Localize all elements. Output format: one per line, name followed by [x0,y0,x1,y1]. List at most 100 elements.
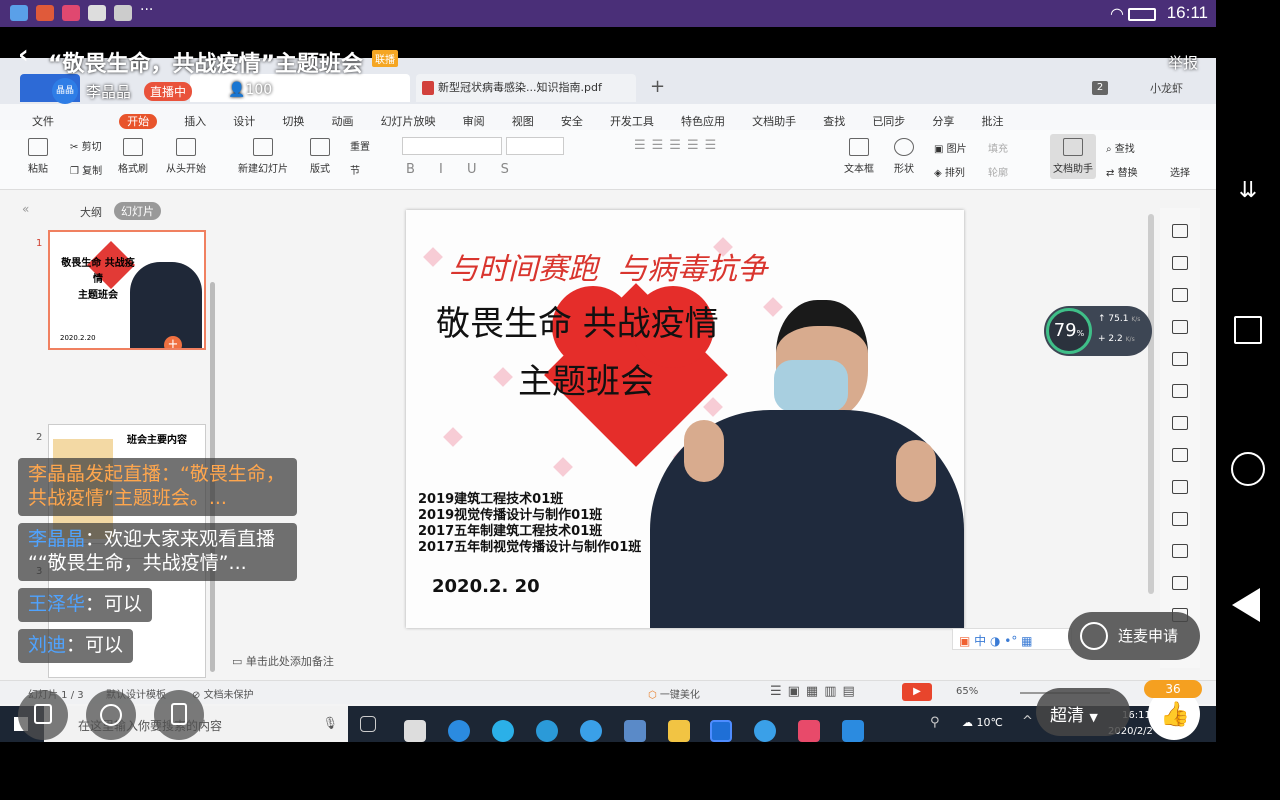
menu-review[interactable]: 审阅 [463,115,485,128]
menu-design[interactable]: 设计 [233,115,255,128]
weather[interactable]: ☁ 10℃ [962,716,1003,729]
picture-button[interactable]: ▣ 图片 [934,140,967,155]
app-icon[interactable] [624,720,646,742]
report-button[interactable]: 举报 [1168,52,1198,73]
menu-dochelper[interactable]: 文档助手 [752,115,796,128]
ie-icon[interactable] [536,720,558,742]
format-painter-button[interactable]: 格式刷 [118,138,148,175]
ie-icon[interactable] [492,720,514,742]
mic-request-button[interactable]: 连麦申请 [1068,612,1200,660]
wps-taskbar-icon[interactable] [710,720,732,742]
find-button[interactable]: ⌕ 查找 [1106,140,1135,155]
paste-button[interactable]: 粘贴 [28,138,48,175]
menu-start[interactable]: 开始 [119,114,158,129]
archive-icon[interactable] [1172,544,1188,558]
from-start-button[interactable]: 从头开始 [166,138,206,175]
shape-button[interactable]: 形状 [894,138,914,175]
beautify-button[interactable]: ⬡ 一键美化 [648,686,700,701]
mail-icon[interactable] [404,720,426,742]
tray-chevron-icon[interactable]: ^ [1022,714,1033,729]
reset-button[interactable]: 重置 [350,138,370,153]
fill-icon[interactable] [1172,320,1188,334]
menu-transition[interactable]: 切换 [282,115,304,128]
host-avatar[interactable]: 晶晶 [52,78,78,104]
app-icon[interactable] [798,720,820,742]
copy-button[interactable]: ❐ 复制 [70,162,102,177]
host-name[interactable]: 李晶晶 [86,81,131,102]
slide-thumbnail-1[interactable]: 敬畏生命 共战疫情 主题班会 2020.2.20 + [48,230,206,350]
add-slide-icon[interactable]: + [164,336,182,348]
text-format-icons[interactable]: B I U S [406,162,519,177]
pull-down-icon[interactable]: ⇊ [1236,178,1260,208]
menu-view[interactable]: 视图 [512,115,534,128]
fill-button[interactable]: 填充 [988,140,1008,155]
copy-icon[interactable] [1172,256,1188,270]
arrange-button[interactable]: ◈ 排列 [934,164,965,179]
new-tab-icon[interactable]: + [650,76,665,97]
ime-chinese[interactable]: 中 [974,634,986,648]
cut-button[interactable]: ✂ 剪切 [70,138,102,153]
microphone-icon[interactable]: 🎙 [323,716,338,730]
outline-tab[interactable]: 大纲 [80,204,102,220]
menu-synced[interactable]: 已同步 [872,115,905,128]
menu-security[interactable]: 安全 [561,115,583,128]
menu-animation[interactable]: 动画 [331,115,353,128]
outline-button[interactable]: 轮廓 [988,164,1008,179]
grid-icon[interactable] [1172,384,1188,398]
settings-icon[interactable] [1172,448,1188,462]
play-slideshow-button[interactable]: ▶ [902,683,932,701]
view-mode-icons[interactable]: ☰▣▦▥▤ [770,684,861,699]
doc-button[interactable] [154,690,204,740]
section-button[interactable]: 节 [350,162,360,177]
comment-button[interactable] [18,690,68,740]
app-arrow-icon[interactable] [754,720,776,742]
menu-comment[interactable]: 批注 [982,115,1004,128]
app-camera-icon[interactable] [842,720,864,742]
back-button[interactable] [1232,588,1260,622]
replace-button[interactable]: ⇄ 替换 [1106,164,1138,179]
paragraph-icons[interactable]: ☰☰☰☰☰ [634,138,722,153]
font-size-select[interactable] [506,137,564,155]
photo-icon[interactable] [1172,576,1188,590]
layout-button[interactable]: 版式 [310,138,330,175]
slide-canvas[interactable]: 与时间赛跑 与病毒抗争 敬畏生命 共战疫情 主题班会 2019建筑工程技术01班… [406,210,964,628]
chart-icon[interactable] [1172,416,1188,430]
user-name[interactable]: 小龙虾 [1150,80,1183,96]
font-select[interactable] [402,137,502,155]
star-icon[interactable] [1172,224,1188,238]
select-button[interactable]: 选择 [1170,164,1190,179]
wps-doc-tab[interactable] [190,74,410,102]
ime-toolbar[interactable]: ▣ 中 ◑ •° ▦ [952,628,1072,650]
menu-slideshow[interactable]: 幻灯片放映 [381,115,436,128]
new-slide-button[interactable]: 新建幻灯片 [238,138,288,175]
export-icon[interactable] [1172,512,1188,526]
collapse-panel-icon[interactable]: « [22,202,29,216]
slide-scrollbar[interactable] [1148,214,1154,594]
people-icon[interactable]: ⚲ [930,715,940,730]
image-icon[interactable] [1172,480,1188,494]
edge-icon[interactable] [448,720,470,742]
slides-tab[interactable]: 幻灯片 [114,202,161,220]
textbox-button[interactable]: 文本框 [844,138,874,175]
quality-button[interactable]: 超清 ▼ [1036,688,1130,736]
doc-helper-button[interactable]: 文档助手 [1050,134,1096,179]
table-icon[interactable] [1172,352,1188,366]
folder-icon[interactable] [668,720,690,742]
wps-pdf-tab[interactable]: 新型冠状病毒感染...知识指南.pdf [416,74,636,102]
home-button[interactable] [1231,452,1265,486]
protect-status[interactable]: ⊘ 文档未保护 [192,686,254,701]
menu-file[interactable]: 文件 [32,115,54,128]
app-k-icon[interactable] [580,720,602,742]
recent-apps-button[interactable] [1234,316,1262,344]
menu-share[interactable]: 分享 [932,115,954,128]
back-icon[interactable]: ‹ [18,40,29,70]
menu-features[interactable]: 特色应用 [681,115,725,128]
menu-insert[interactable]: 插入 [184,115,206,128]
emoji-button[interactable] [86,690,136,740]
menu-find[interactable]: 查找 [823,115,845,128]
menu-devtools[interactable]: 开发工具 [610,115,654,128]
shape-icon[interactable] [1172,288,1188,302]
notes-bar[interactable]: ▭ 单击此处添加备注 [226,650,1156,672]
zoom-level[interactable]: 65% [956,686,978,697]
task-view-icon[interactable] [360,716,376,732]
